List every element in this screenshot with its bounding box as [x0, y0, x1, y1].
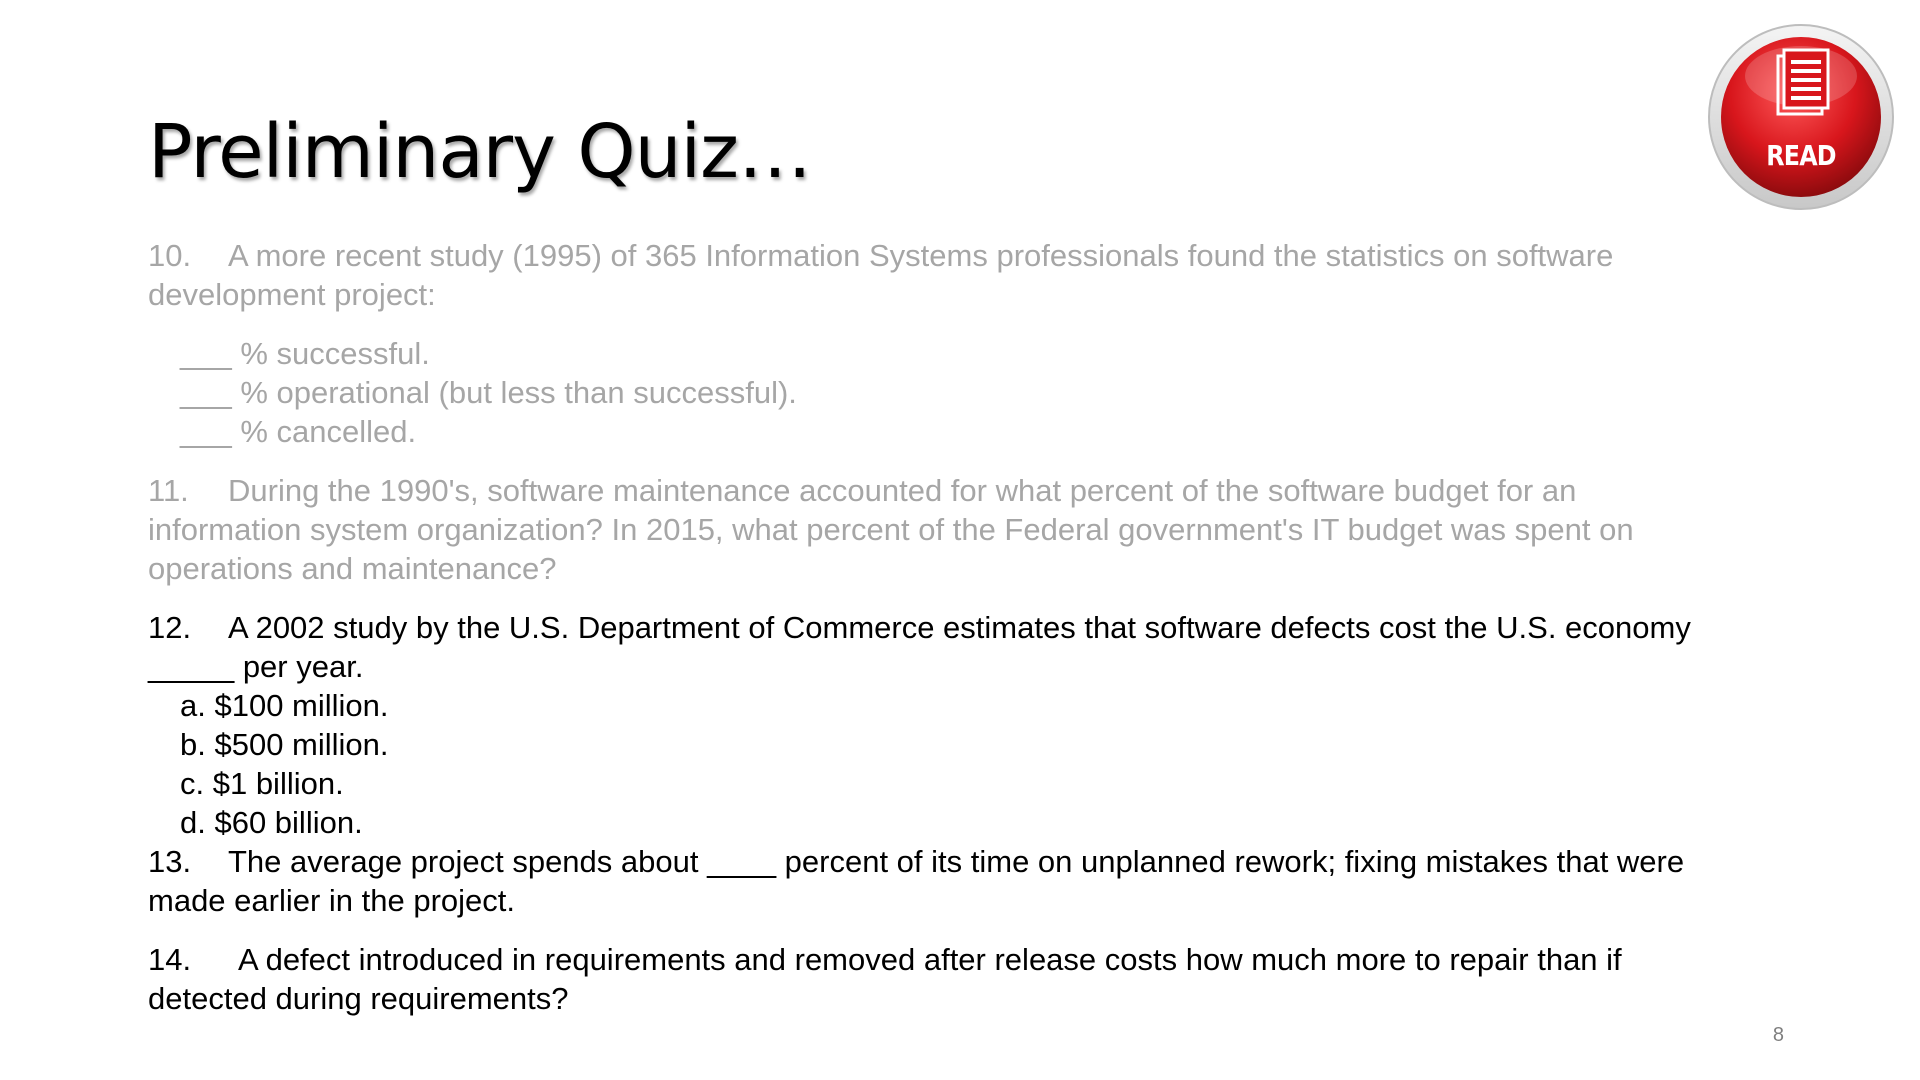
question-text: The average project spends about ____ pe… [228, 844, 1685, 879]
question-number: 10. [148, 238, 192, 273]
question-text: A 2002 study by the U.S. Department of C… [228, 610, 1691, 645]
question-text: development project: [148, 277, 436, 312]
question-14: 14. A defect introduced in requirements a… [148, 940, 1828, 1018]
list-item: ___ % cancelled. [180, 414, 417, 449]
question-number: 13. [148, 844, 192, 879]
page-number: 8 [1772, 1024, 1784, 1046]
question-13: 13. The average project spends about ____… [148, 842, 1828, 920]
question-text: made earlier in the project. [148, 883, 516, 918]
answer-option: d. $60 billion. [180, 805, 363, 840]
question-text: _____ per year. [148, 649, 364, 684]
question-text: operations and maintenance? [148, 551, 557, 586]
list-item: ___ % successful. [180, 336, 430, 371]
question-12: 12. A 2002 study by the U.S. Department o… [148, 608, 1828, 842]
question-text: A defect introduced in requirements and … [238, 942, 1622, 977]
read-badge[interactable]: READ [1698, 14, 1904, 220]
slide-title: Preliminary Quiz… [148, 109, 812, 195]
read-badge-label: READ [1766, 139, 1836, 172]
question-10: 10. A more recent study (1995) of 365 Inf… [148, 236, 1828, 314]
question-10-items: ___ % successful. ___ % operational (but… [148, 334, 1828, 451]
question-number: 12. [148, 610, 192, 645]
list-item: ___ % operational (but less than success… [180, 375, 797, 410]
answer-option: c. $1 billion. [180, 766, 344, 801]
slide: Preliminary Quiz… READ 10. A more recent… [0, 0, 1920, 1080]
quiz-body: 10. A more recent study (1995) of 365 Inf… [148, 236, 1828, 1018]
question-text: detected during requirements? [148, 981, 569, 1016]
read-badge-graphic [1708, 24, 1894, 210]
answer-option: a. $100 million. [180, 688, 389, 723]
question-text: During the 1990's, software maintenance … [228, 473, 1577, 508]
document-icon [1776, 48, 1830, 116]
question-11: 11. During the 1990's, software maintenan… [148, 471, 1828, 588]
question-text: information system organization? In 2015… [148, 512, 1634, 547]
question-text: A more recent study (1995) of 365 Inform… [228, 238, 1614, 273]
question-number: 14. [148, 942, 192, 977]
answer-option: b. $500 million. [180, 727, 389, 762]
question-number: 11. [148, 473, 189, 508]
